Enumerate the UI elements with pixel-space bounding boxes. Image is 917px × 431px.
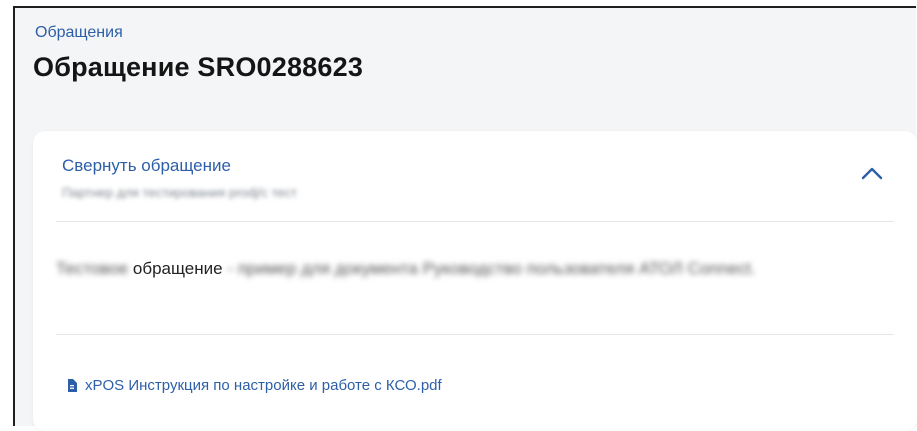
file-icon xyxy=(68,379,77,392)
divider xyxy=(56,221,894,222)
message-visible-text: обращение xyxy=(128,259,228,278)
ticket-subtitle: Партнер для тестирования prodj/c тест xyxy=(62,185,297,200)
ticket-message: Тестовое обращение - пример для документ… xyxy=(56,254,856,283)
breadcrumb-link[interactable]: Обращения xyxy=(35,24,123,42)
ticket-card: Свернуть обращение Партнер для тестирова… xyxy=(33,131,917,431)
divider xyxy=(56,334,894,335)
chevron-up-icon[interactable] xyxy=(861,165,883,181)
collapse-ticket-link[interactable]: Свернуть обращение xyxy=(62,156,231,176)
attachment-link[interactable]: xPOS Инструкция по настройке и работе с … xyxy=(67,377,442,394)
message-blurred-start: Тестовое xyxy=(56,259,129,278)
message-blurred-end: - пример для документа Руководство польз… xyxy=(227,259,756,278)
page-title: Обращение SRO0288623 xyxy=(33,52,364,82)
page-frame: Обращения Обращение SRO0288623 Свернуть … xyxy=(13,6,917,431)
attachment-filename[interactable]: xPOS Инструкция по настройке и работе с … xyxy=(85,377,442,394)
